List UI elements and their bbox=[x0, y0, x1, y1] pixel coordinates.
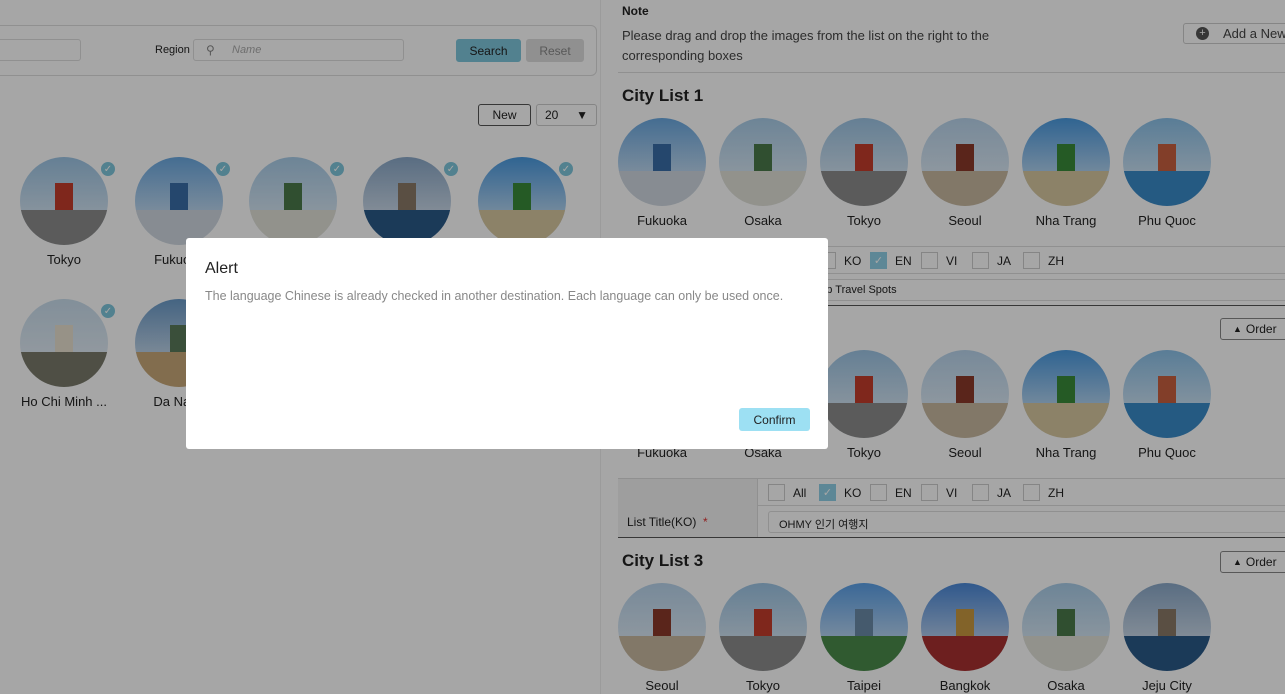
confirm-button[interactable]: Confirm bbox=[739, 408, 810, 431]
alert-message: The language Chinese is already checked … bbox=[205, 289, 784, 303]
alert-dialog: Alert The language Chinese is already ch… bbox=[186, 238, 828, 449]
alert-title: Alert bbox=[205, 260, 238, 277]
